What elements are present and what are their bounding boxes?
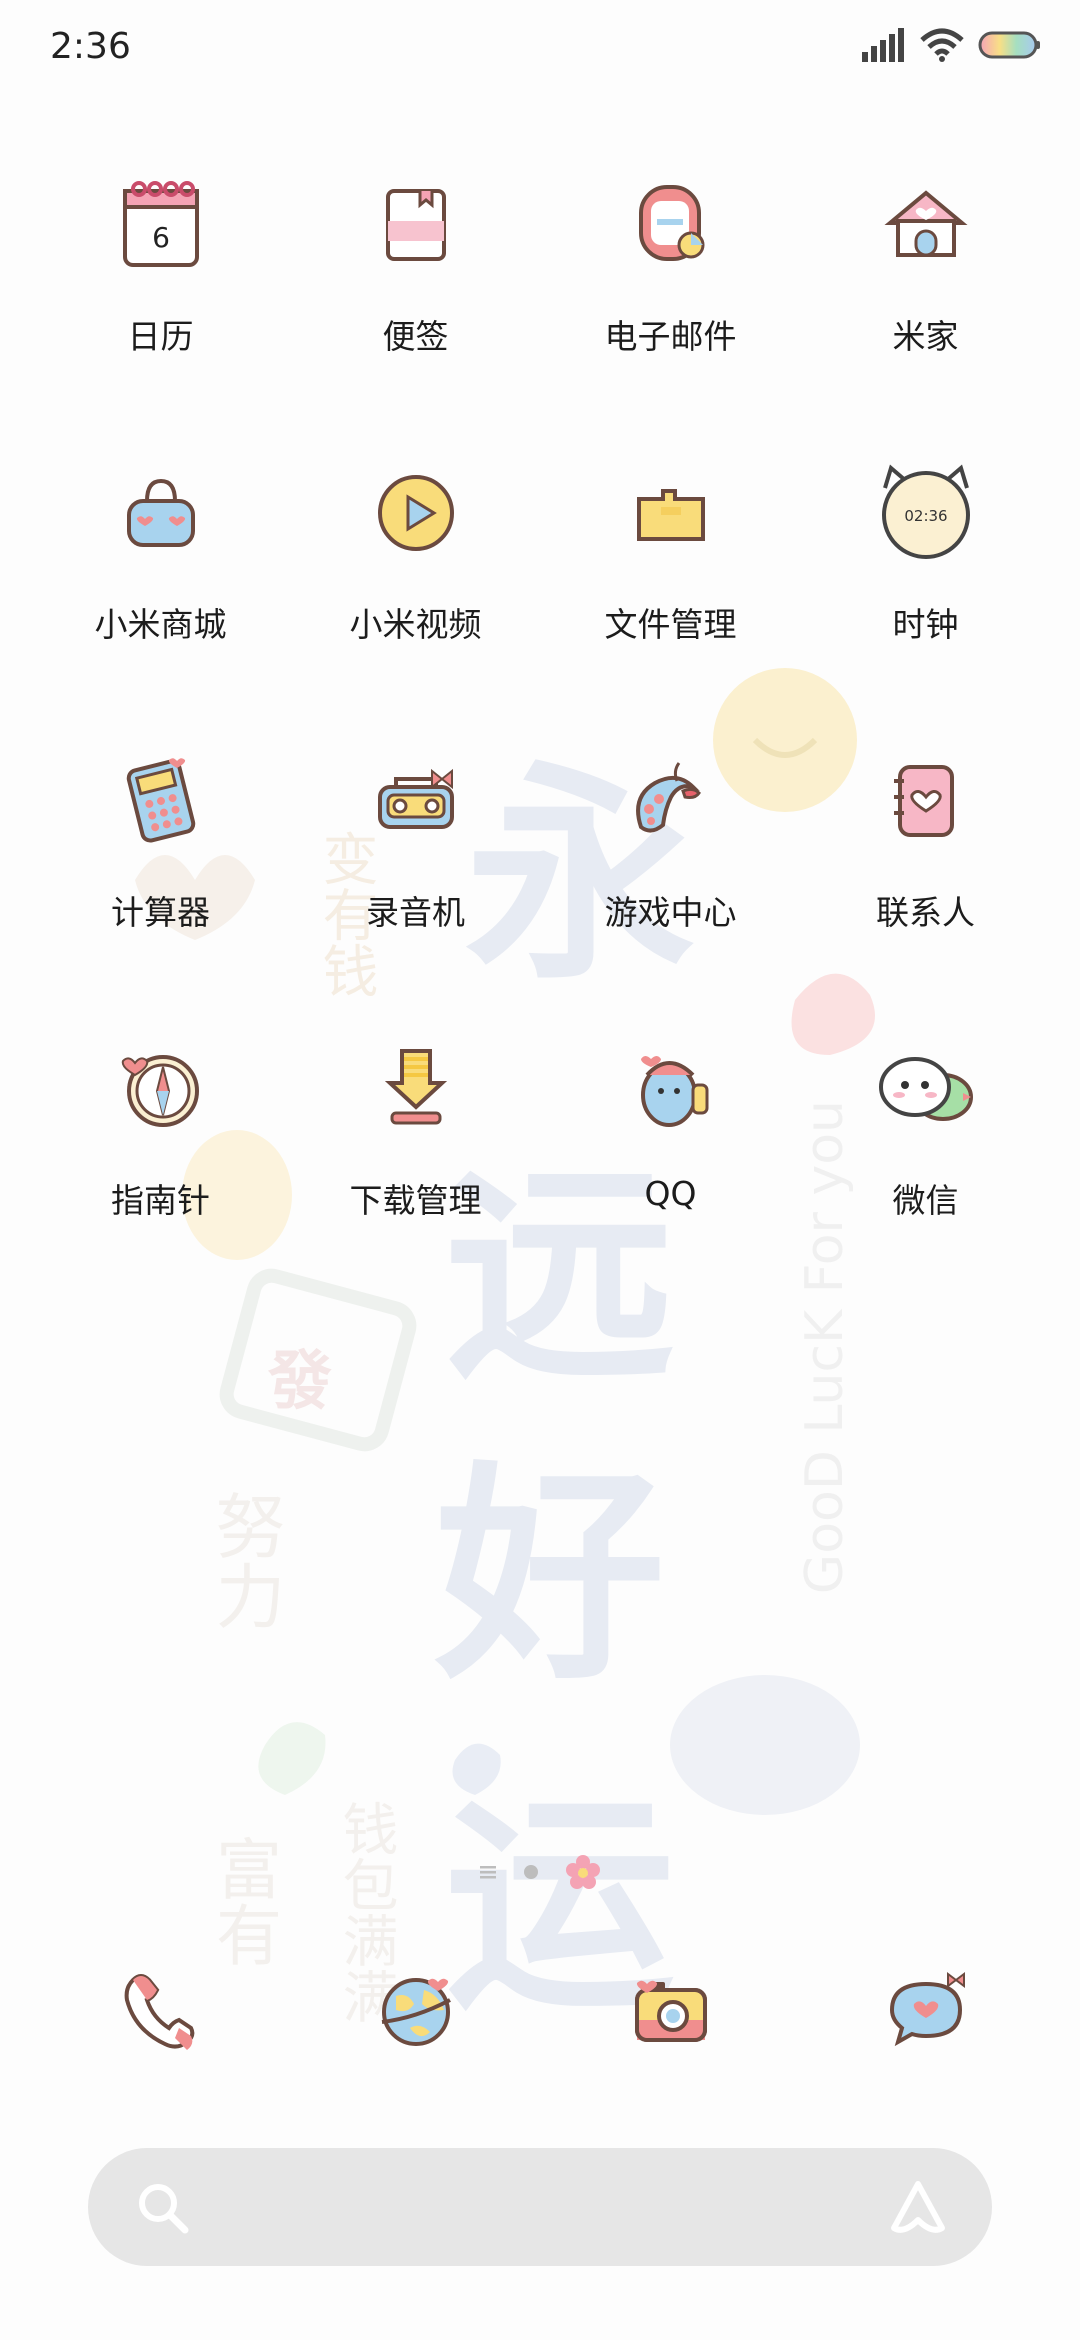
- app-row: 计算器 录音机 游戏中心 联系人: [0, 736, 1080, 976]
- email-icon: [638, 185, 704, 261]
- messages-icon: [889, 1972, 965, 2047]
- wallpaper-mahjong-char: 發: [268, 1345, 332, 1419]
- app-contacts[interactable]: 联系人: [798, 736, 1053, 976]
- app-calendar[interactable]: 6 日历: [33, 160, 288, 400]
- search-icon: [139, 2184, 189, 2234]
- search-bar[interactable]: [88, 2148, 992, 2266]
- wifi-icon: [920, 28, 964, 62]
- app-label: 微信: [892, 1181, 959, 1220]
- battery-icon: [978, 31, 1040, 59]
- home-screen: 永 远 好 运 GooD LucK For you 变有钱 努力 富有 钱包满满…: [0, 0, 1080, 2340]
- dock-app-camera[interactable]: [543, 1955, 798, 2085]
- shopping-bag-icon: [126, 478, 195, 547]
- heart-decoration: [258, 1722, 326, 1795]
- wallpaper-side-text-left-mid: 努力: [204, 1490, 286, 1630]
- app-downloads[interactable]: 下载管理: [288, 1024, 543, 1264]
- app-mihome[interactable]: 米家: [798, 160, 1053, 400]
- clock-icon: 02:36: [881, 464, 970, 559]
- app-label: 计算器: [111, 893, 210, 932]
- app-wechat[interactable]: 微信: [798, 1024, 1053, 1264]
- app-label: 录音机: [366, 893, 465, 932]
- page-dot-icon: [524, 1865, 538, 1879]
- calculator-icon: [126, 758, 195, 843]
- calendar-day: 6: [152, 221, 170, 254]
- app-notes[interactable]: 便签: [288, 160, 543, 400]
- signal-icon: [862, 28, 904, 62]
- notes-icon: [385, 189, 446, 261]
- clock-face-time: 02:36: [904, 507, 947, 525]
- app-compass[interactable]: 指南针: [33, 1024, 288, 1264]
- app-label: 便签: [382, 317, 449, 356]
- app-label: 游戏中心: [604, 893, 737, 932]
- app-label: 日历: [127, 317, 194, 356]
- app-email[interactable]: 电子邮件: [543, 160, 798, 400]
- dock-app-browser[interactable]: [288, 1955, 543, 2085]
- page-indicator[interactable]: [0, 1852, 1080, 1892]
- app-label: 电子邮件: [604, 317, 737, 356]
- gamepad-icon: [635, 762, 701, 833]
- status-time: 2:36: [50, 26, 131, 67]
- status-bar: 2:36: [0, 0, 1080, 100]
- app-row: 指南针 下载管理 QQ 微信: [0, 1024, 1080, 1264]
- app-mi-store[interactable]: 小米商城: [33, 448, 288, 688]
- app-recorder[interactable]: 录音机: [288, 736, 543, 976]
- compass-icon: [121, 1055, 199, 1127]
- download-icon: [384, 1049, 447, 1125]
- app-label: 小米视频: [349, 605, 482, 644]
- app-label: 米家: [892, 317, 959, 356]
- app-label: 下载管理: [349, 1181, 482, 1220]
- app-label: 小米商城: [94, 605, 227, 644]
- status-icons: [862, 28, 1042, 62]
- camera-icon: [634, 1980, 707, 2042]
- app-game-center[interactable]: 游戏中心: [543, 736, 798, 976]
- folder-icon: [636, 489, 705, 541]
- video-play-icon: [377, 475, 454, 551]
- menu-lines-icon: [480, 1866, 496, 1879]
- app-row: 6 日历 便签 电子邮件 米家: [0, 160, 1080, 400]
- app-file-manager[interactable]: 文件管理: [543, 448, 798, 688]
- app-label: 时钟: [892, 605, 959, 644]
- assistant-icon[interactable]: [886, 2176, 950, 2240]
- contacts-icon: [893, 765, 954, 837]
- qq-icon: [640, 1056, 708, 1127]
- app-qq[interactable]: QQ: [543, 1024, 798, 1264]
- dock: [0, 1955, 1080, 2085]
- app-clock[interactable]: 02:36 时钟: [798, 448, 1053, 688]
- dock-app-messages[interactable]: [798, 1955, 1053, 2085]
- cloud-decoration: [670, 1675, 860, 1815]
- recorder-icon: [377, 768, 454, 829]
- wechat-icon: [878, 1057, 973, 1121]
- app-label: 文件管理: [604, 605, 737, 644]
- calendar-icon: 6: [122, 181, 199, 267]
- dock-app-phone[interactable]: [33, 1955, 288, 2085]
- wallpaper-char-3: 好: [435, 1444, 666, 1711]
- app-label: 联系人: [876, 893, 975, 932]
- app-mi-video[interactable]: 小米视频: [288, 448, 543, 688]
- phone-icon: [124, 1974, 194, 2050]
- home-icon: [883, 190, 968, 257]
- app-label: QQ: [644, 1174, 697, 1213]
- flower-current-page-icon: [566, 1855, 600, 1889]
- app-label: 指南针: [111, 1181, 210, 1220]
- app-calculator[interactable]: 计算器: [33, 736, 288, 976]
- app-row: 小米商城 小米视频 文件管理 02:36 时钟: [0, 448, 1080, 688]
- browser-globe-icon: [381, 1978, 451, 2046]
